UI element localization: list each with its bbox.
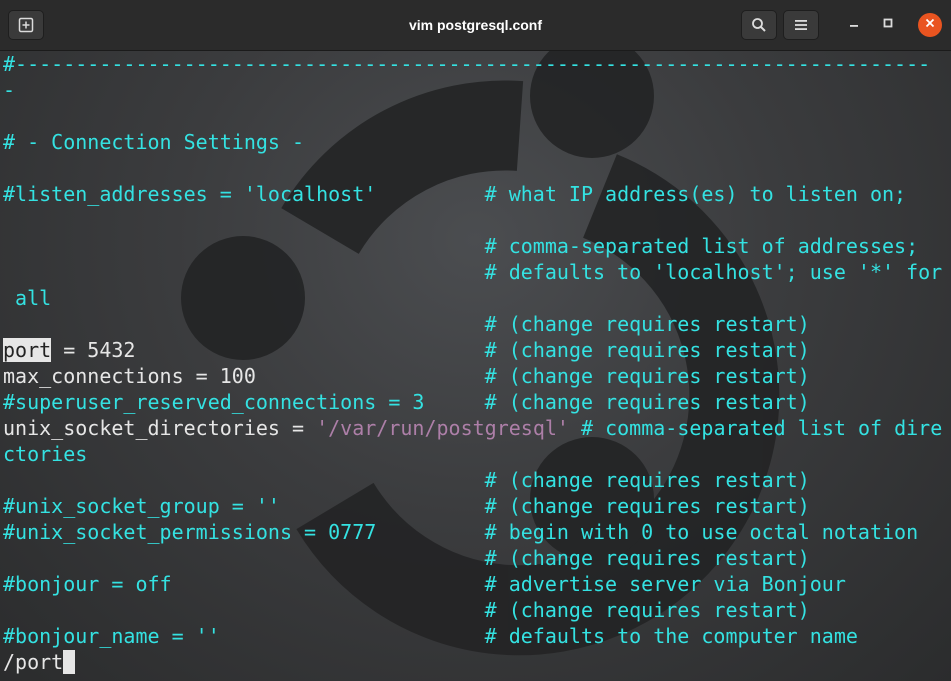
editor-line: #listen_addresses = 'localhost' # what I…	[3, 181, 942, 207]
editor-line: # (change requires restart)	[3, 467, 942, 493]
editor-line: # defaults to 'localhost'; use '*' for	[3, 259, 943, 285]
close-button[interactable]	[918, 13, 942, 37]
close-icon	[924, 16, 936, 34]
editor-line: # (change requires restart)	[3, 311, 942, 337]
editor-line: unix_socket_directories = '/var/run/post…	[3, 415, 942, 441]
line-segment: #superuser_reserved_connections = 3 # (c…	[3, 390, 810, 414]
editor-line: # comma-separated list of addresses;	[3, 233, 942, 259]
editor-line: ctories	[3, 441, 942, 467]
command-text: /port	[3, 650, 64, 674]
editor-line: #bonjour = off # advertise server via Bo…	[3, 571, 942, 597]
text-cursor	[63, 650, 76, 674]
maximize-icon	[882, 16, 894, 34]
editor-buffer[interactable]: #---------------------------------------…	[3, 51, 942, 675]
line-segment: # defaults to 'localhost'; use '*' for	[3, 260, 943, 284]
line-segment: # comma-separated list of addresses;	[3, 234, 919, 258]
editor-line: #---------------------------------------…	[3, 51, 942, 77]
vim-command-line[interactable]: /port	[3, 649, 942, 675]
line-segment: # comma-separated list of dire	[581, 416, 943, 440]
search-icon	[751, 17, 767, 33]
line-segment: # (change requires restart)	[484, 338, 810, 362]
hamburger-menu-icon	[794, 18, 808, 32]
line-segment: #---------------------------------------…	[3, 52, 931, 76]
line-segment: #listen_addresses = 'localhost' # what I…	[3, 182, 907, 206]
editor-line: # (change requires restart)	[3, 545, 942, 571]
line-segment: = 5432	[51, 338, 485, 362]
editor-line: max_connections = 100 # (change requires…	[3, 363, 942, 389]
line-segment: max_connections = 100	[3, 364, 485, 388]
search-match-highlight: port	[3, 338, 52, 362]
line-segment: # (change requires restart)	[3, 312, 810, 336]
editor-line: #unix_socket_permissions = 0777 # begin …	[3, 519, 942, 545]
title-bar[interactable]: vim postgresql.conf	[0, 0, 951, 51]
line-segment: #bonjour = off # advertise server via Bo…	[3, 572, 846, 596]
line-segment: '/var/run/postgresql'	[316, 416, 569, 440]
line-segment: unix_socket_directories =	[3, 416, 317, 440]
line-segment: all	[3, 286, 52, 310]
line-segment: # (change requires restart)	[3, 468, 810, 492]
terminal-window: vim postgresql.conf #-------------------…	[0, 0, 951, 681]
maximize-button[interactable]	[876, 13, 900, 37]
search-button[interactable]	[741, 10, 777, 40]
line-segment: #unix_socket_group = '' # (change requir…	[3, 494, 810, 518]
line-segment	[569, 416, 581, 440]
line-segment: #bonjour_name = '' # defaults to the com…	[3, 624, 858, 648]
line-segment: #unix_socket_permissions = 0777 # begin …	[3, 520, 919, 544]
editor-line: port = 5432 # (change requires restart)	[3, 337, 942, 363]
line-segment: -	[3, 78, 16, 102]
minimize-icon	[848, 16, 860, 34]
menu-button[interactable]	[783, 10, 819, 40]
line-segment: # (change requires restart)	[3, 546, 810, 570]
editor-line: all	[3, 285, 942, 311]
editor-line: #superuser_reserved_connections = 3 # (c…	[3, 389, 942, 415]
line-segment: # (change requires restart)	[3, 598, 810, 622]
line-segment: # - Connection Settings -	[3, 130, 305, 154]
editor-line: #bonjour_name = '' # defaults to the com…	[3, 623, 942, 649]
line-segment: ctories	[3, 442, 88, 466]
terminal-area[interactable]: #---------------------------------------…	[0, 51, 951, 681]
editor-line: # (change requires restart)	[3, 597, 942, 623]
editor-line: -	[3, 77, 942, 103]
editor-line: #unix_socket_group = '' # (change requir…	[3, 493, 942, 519]
line-segment: # (change requires restart)	[484, 364, 810, 388]
minimize-button[interactable]	[842, 13, 866, 37]
editor-line: # - Connection Settings -	[3, 129, 942, 155]
